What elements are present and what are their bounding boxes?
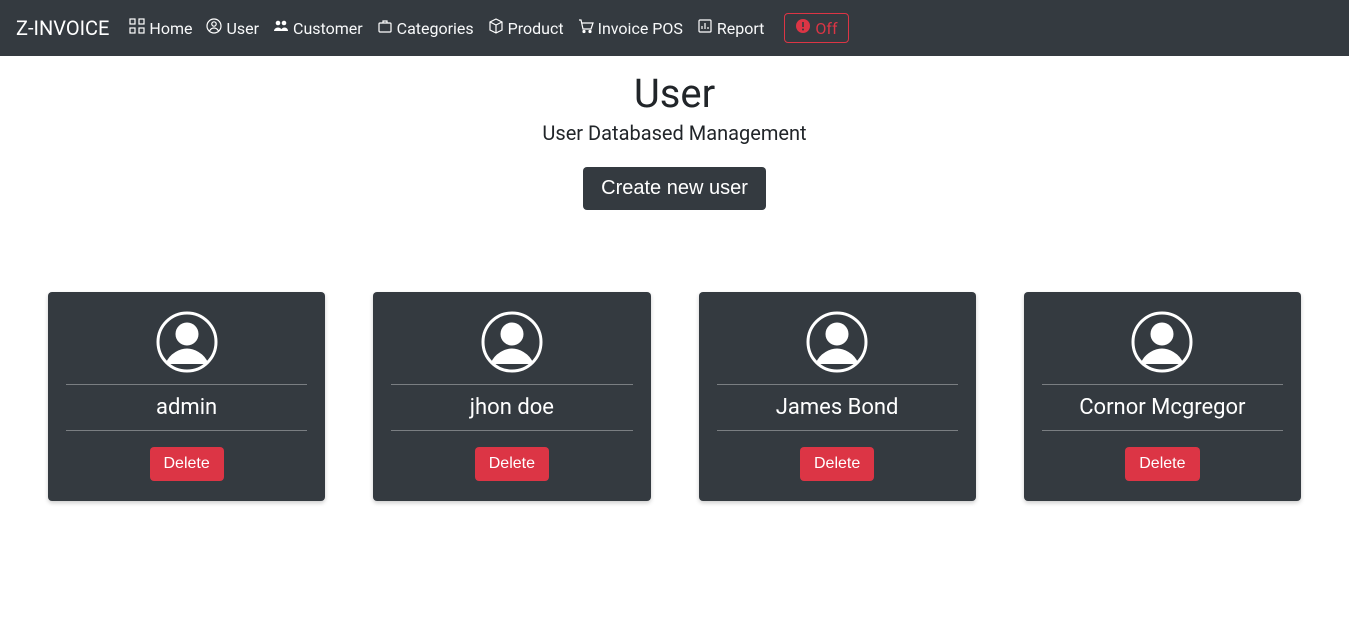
nav-item-customer[interactable]: Customer <box>273 18 363 38</box>
grid-icon <box>129 18 145 38</box>
divider <box>717 384 958 385</box>
alert-circle-icon <box>795 18 811 38</box>
delete-button[interactable]: Delete <box>1125 447 1199 481</box>
box-icon <box>488 18 504 38</box>
user-card: jhon doe Delete <box>373 292 650 501</box>
user-circle-icon <box>206 18 222 38</box>
nav-links: Home User Customer Categories Product <box>129 13 848 43</box>
nav-item-report[interactable]: Report <box>697 18 765 38</box>
nav-item-user[interactable]: User <box>206 18 259 38</box>
briefcase-icon <box>377 18 393 38</box>
divider <box>1042 430 1283 431</box>
nav-item-product[interactable]: Product <box>488 18 564 38</box>
user-name: admin <box>66 395 307 420</box>
avatar-icon <box>391 310 632 374</box>
user-name: Cornor Mcgregor <box>1042 395 1283 420</box>
nav-item-invoice-pos[interactable]: Invoice POS <box>578 18 683 38</box>
avatar-icon <box>1042 310 1283 374</box>
nav-item-home[interactable]: Home <box>129 18 192 38</box>
divider <box>66 384 307 385</box>
navbar: Z-INVOICE Home User Customer Categories <box>0 0 1349 56</box>
off-button[interactable]: Off <box>784 13 848 43</box>
nav-label: Product <box>508 19 564 38</box>
create-user-button[interactable]: Create new user <box>583 167 766 210</box>
avatar-icon <box>717 310 958 374</box>
delete-button[interactable]: Delete <box>475 447 549 481</box>
chart-icon <box>697 18 713 38</box>
delete-button[interactable]: Delete <box>800 447 874 481</box>
brand[interactable]: Z-INVOICE <box>16 16 109 40</box>
nav-label: Customer <box>293 19 363 38</box>
divider <box>391 384 632 385</box>
nav-label: Report <box>717 19 765 38</box>
nav-item-categories[interactable]: Categories <box>377 18 474 38</box>
user-cards: admin Delete jhon doe Delete James Bond … <box>0 292 1349 501</box>
people-icon <box>273 18 289 38</box>
divider <box>1042 384 1283 385</box>
nav-label: Categories <box>397 19 474 38</box>
delete-button[interactable]: Delete <box>150 447 224 481</box>
off-label: Off <box>815 19 837 38</box>
divider <box>717 430 958 431</box>
page-content: User User Databased Management Create ne… <box>0 56 1349 501</box>
user-card: admin Delete <box>48 292 325 501</box>
nav-label: User <box>226 19 259 38</box>
page-subtitle: User Databased Management <box>0 121 1349 145</box>
nav-label: Invoice POS <box>598 19 683 38</box>
user-name: James Bond <box>717 395 958 420</box>
user-card: James Bond Delete <box>699 292 976 501</box>
user-name: jhon doe <box>391 395 632 420</box>
avatar-icon <box>66 310 307 374</box>
user-card: Cornor Mcgregor Delete <box>1024 292 1301 501</box>
cart-icon <box>578 18 594 38</box>
page-title: User <box>0 70 1349 117</box>
nav-label: Home <box>149 19 192 38</box>
divider <box>391 430 632 431</box>
divider <box>66 430 307 431</box>
